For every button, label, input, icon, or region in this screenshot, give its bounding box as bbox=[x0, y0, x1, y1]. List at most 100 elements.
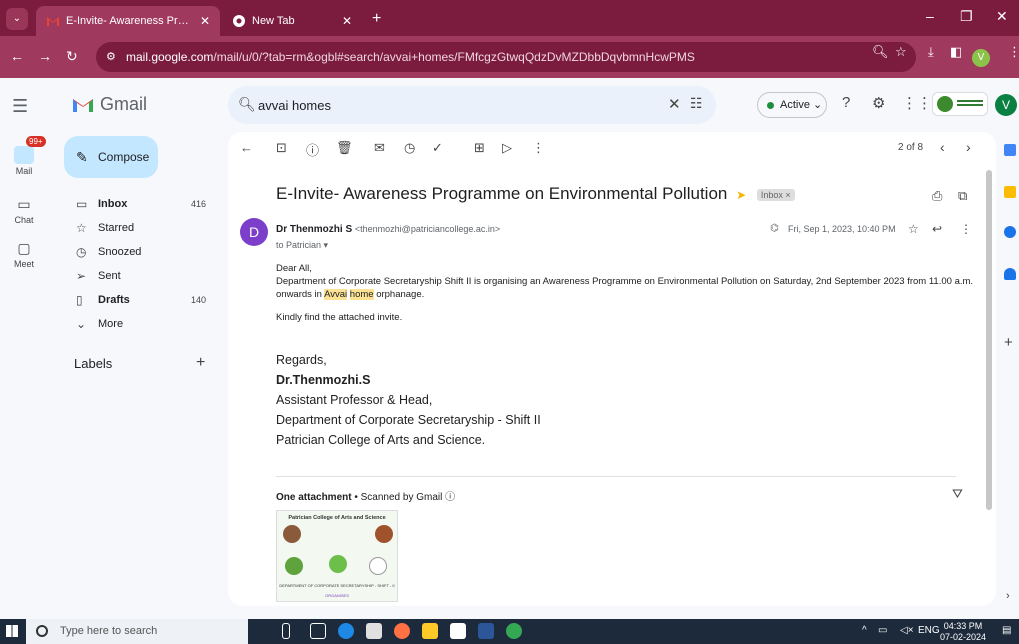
back-to-list-icon[interactable]: ← bbox=[240, 140, 253, 155]
nav-item-inbox[interactable]: ▭ Inbox 416 bbox=[60, 192, 220, 216]
nav-item-more[interactable]: ⌄ More bbox=[60, 312, 220, 336]
close-tab-icon[interactable]: ✕ bbox=[342, 14, 352, 28]
star-icon: ☆ bbox=[76, 221, 87, 235]
nav-item-snoozed[interactable]: ◷ Snoozed bbox=[60, 240, 220, 264]
account-avatar[interactable]: V bbox=[995, 94, 1017, 116]
archive-icon[interactable]: ⊡ bbox=[276, 140, 287, 156]
mail-app-icon[interactable] bbox=[450, 623, 466, 639]
print-icon[interactable]: ⎙ bbox=[932, 188, 942, 204]
search-options-icon[interactable]: ☷ bbox=[690, 95, 703, 112]
notifications-icon[interactable]: ▤ bbox=[1002, 625, 1011, 636]
search-input[interactable] bbox=[258, 94, 638, 116]
forward-icon[interactable]: → bbox=[38, 48, 52, 64]
snooze-icon[interactable]: ◷ bbox=[404, 140, 415, 156]
store-icon[interactable] bbox=[366, 623, 382, 639]
taskbar-clock[interactable]: 04:33 PM 07-02-2024 bbox=[940, 621, 986, 643]
move-to-icon[interactable]: ⊞ bbox=[474, 140, 485, 156]
rail-mail[interactable]: 99+ Mail bbox=[0, 136, 48, 176]
download-icon[interactable]: ⤓ bbox=[928, 44, 934, 60]
volume-muted-icon[interactable]: ◁× bbox=[900, 625, 914, 636]
scrollbar[interactable] bbox=[986, 170, 992, 510]
attachment-header: One attachment • Scanned by Gmail ⓘ bbox=[276, 492, 456, 503]
nav-label: Snoozed bbox=[98, 246, 142, 258]
reply-icon[interactable]: ↩ bbox=[932, 222, 942, 236]
get-addons-icon[interactable]: + bbox=[1004, 334, 1013, 351]
attachment-thumbnail[interactable]: Patrician College of Arts and Science DE… bbox=[276, 510, 398, 602]
sender-email: <thenmozhi@patriciancollege.ac.in> bbox=[354, 224, 501, 234]
network-icon[interactable]: ▭ bbox=[878, 625, 887, 636]
word-icon[interactable] bbox=[478, 623, 494, 639]
keep-icon[interactable] bbox=[1004, 186, 1016, 198]
contacts-icon[interactable] bbox=[1004, 268, 1016, 280]
org-logo[interactable] bbox=[932, 92, 988, 116]
rail-chat[interactable]: ▭ Chat bbox=[0, 196, 48, 225]
file-explorer-icon[interactable] bbox=[422, 623, 438, 639]
important-marker-icon[interactable]: ➤ bbox=[736, 188, 746, 202]
zoom-icon[interactable]: 🔍︎ bbox=[872, 44, 889, 60]
greeting: Dear All, bbox=[276, 263, 312, 274]
address-bar[interactable]: ⚙ mail.google.com/mail/u/0/?tab=rm&ogbl#… bbox=[96, 42, 916, 72]
open-new-window-icon[interactable]: ⧉ bbox=[958, 188, 967, 204]
report-spam-icon[interactable]: ⓘ bbox=[306, 140, 319, 159]
edge-icon[interactable] bbox=[338, 623, 354, 639]
tab-new-tab[interactable]: New Tab ✕ bbox=[222, 6, 362, 36]
status-selector[interactable]: Active ⌄ bbox=[757, 92, 827, 118]
search-icon[interactable]: 🔍︎ bbox=[238, 96, 256, 113]
side-panel-icon[interactable]: ◧ bbox=[950, 44, 962, 60]
main-menu-icon[interactable]: ☰ bbox=[12, 96, 28, 117]
older-icon[interactable]: › bbox=[966, 139, 971, 155]
nav-item-drafts[interactable]: ▯ Drafts 140 bbox=[60, 288, 220, 312]
gmail-logo[interactable]: Gmail bbox=[72, 94, 147, 115]
tasks-icon[interactable] bbox=[1004, 226, 1016, 238]
bookmark-star-icon[interactable]: ☆ bbox=[895, 44, 907, 60]
star-message-icon[interactable]: ☆ bbox=[908, 222, 919, 236]
create-label-icon[interactable]: + bbox=[196, 354, 205, 372]
add-to-drive-icon[interactable]: ⛛ bbox=[952, 486, 963, 502]
clear-search-icon[interactable]: ✕ bbox=[668, 95, 681, 113]
newer-icon[interactable]: ‹ bbox=[940, 139, 945, 155]
tray-expand-icon[interactable]: ^ bbox=[862, 625, 867, 636]
profile-avatar[interactable]: V bbox=[972, 49, 990, 67]
inbox-label-chip[interactable]: Inbox × bbox=[756, 188, 795, 201]
nav-item-sent[interactable]: ➢ Sent bbox=[60, 264, 220, 288]
windows-start-icon[interactable] bbox=[6, 625, 18, 637]
apps-grid-icon[interactable]: ⋮⋮ bbox=[902, 94, 932, 112]
chevron-down-icon: ⌄ bbox=[76, 317, 87, 331]
chrome-taskbar-icon[interactable] bbox=[506, 623, 522, 639]
chrome-menu-icon[interactable]: ⋮ bbox=[1008, 44, 1019, 60]
reload-icon[interactable]: ↻ bbox=[66, 48, 78, 65]
message-more-icon[interactable]: ⋮ bbox=[960, 222, 972, 236]
site-info-icon[interactable]: ⚙ bbox=[106, 42, 116, 72]
url-host: mail.google.com bbox=[126, 50, 214, 64]
label-icon[interactable]: ▷ bbox=[502, 140, 512, 156]
microphone-icon[interactable] bbox=[282, 623, 290, 639]
close-window-icon[interactable]: ✕ bbox=[996, 8, 1008, 25]
tab-search-button[interactable]: ⌄ bbox=[6, 8, 28, 30]
nav-item-starred[interactable]: ☆ Starred bbox=[60, 216, 220, 240]
calendar-icon[interactable] bbox=[1004, 144, 1016, 156]
firefox-icon[interactable] bbox=[394, 623, 410, 639]
mark-unread-icon[interactable]: ✉ bbox=[374, 140, 385, 156]
sender-avatar[interactable]: D bbox=[240, 218, 268, 246]
new-tab-button[interactable]: + bbox=[372, 10, 381, 28]
hide-side-panel-icon[interactable]: › bbox=[1006, 590, 1010, 602]
help-icon[interactable]: ? bbox=[842, 94, 850, 111]
add-task-icon[interactable]: ✓ bbox=[432, 140, 443, 156]
task-view-icon[interactable] bbox=[310, 623, 326, 639]
back-icon[interactable]: ← bbox=[10, 48, 24, 64]
restore-icon[interactable]: ❐ bbox=[960, 8, 973, 25]
expand-thumbnail-icon[interactable] bbox=[369, 557, 387, 575]
inbox-icon: ▭ bbox=[76, 197, 88, 211]
tab-einvite[interactable]: E-Invite- Awareness Programme ✕ bbox=[36, 6, 220, 36]
close-tab-icon[interactable]: ✕ bbox=[200, 14, 210, 28]
settings-gear-icon[interactable]: ⚙ bbox=[872, 94, 885, 112]
recipient-line[interactable]: to Patrician ▾ bbox=[276, 240, 328, 251]
delete-icon[interactable]: 🗑︎ bbox=[336, 140, 353, 156]
taskbar-search[interactable]: Type here to search bbox=[26, 619, 248, 644]
minimize-icon[interactable]: – bbox=[926, 8, 934, 24]
rail-meet[interactable]: ▢ Meet bbox=[0, 240, 48, 269]
compose-button[interactable]: ✎ Compose bbox=[64, 136, 158, 178]
sender-name[interactable]: Dr Thenmozhi S bbox=[276, 224, 352, 235]
language-indicator[interactable]: ENG bbox=[918, 625, 940, 636]
more-actions-icon[interactable]: ⋮ bbox=[532, 140, 545, 156]
